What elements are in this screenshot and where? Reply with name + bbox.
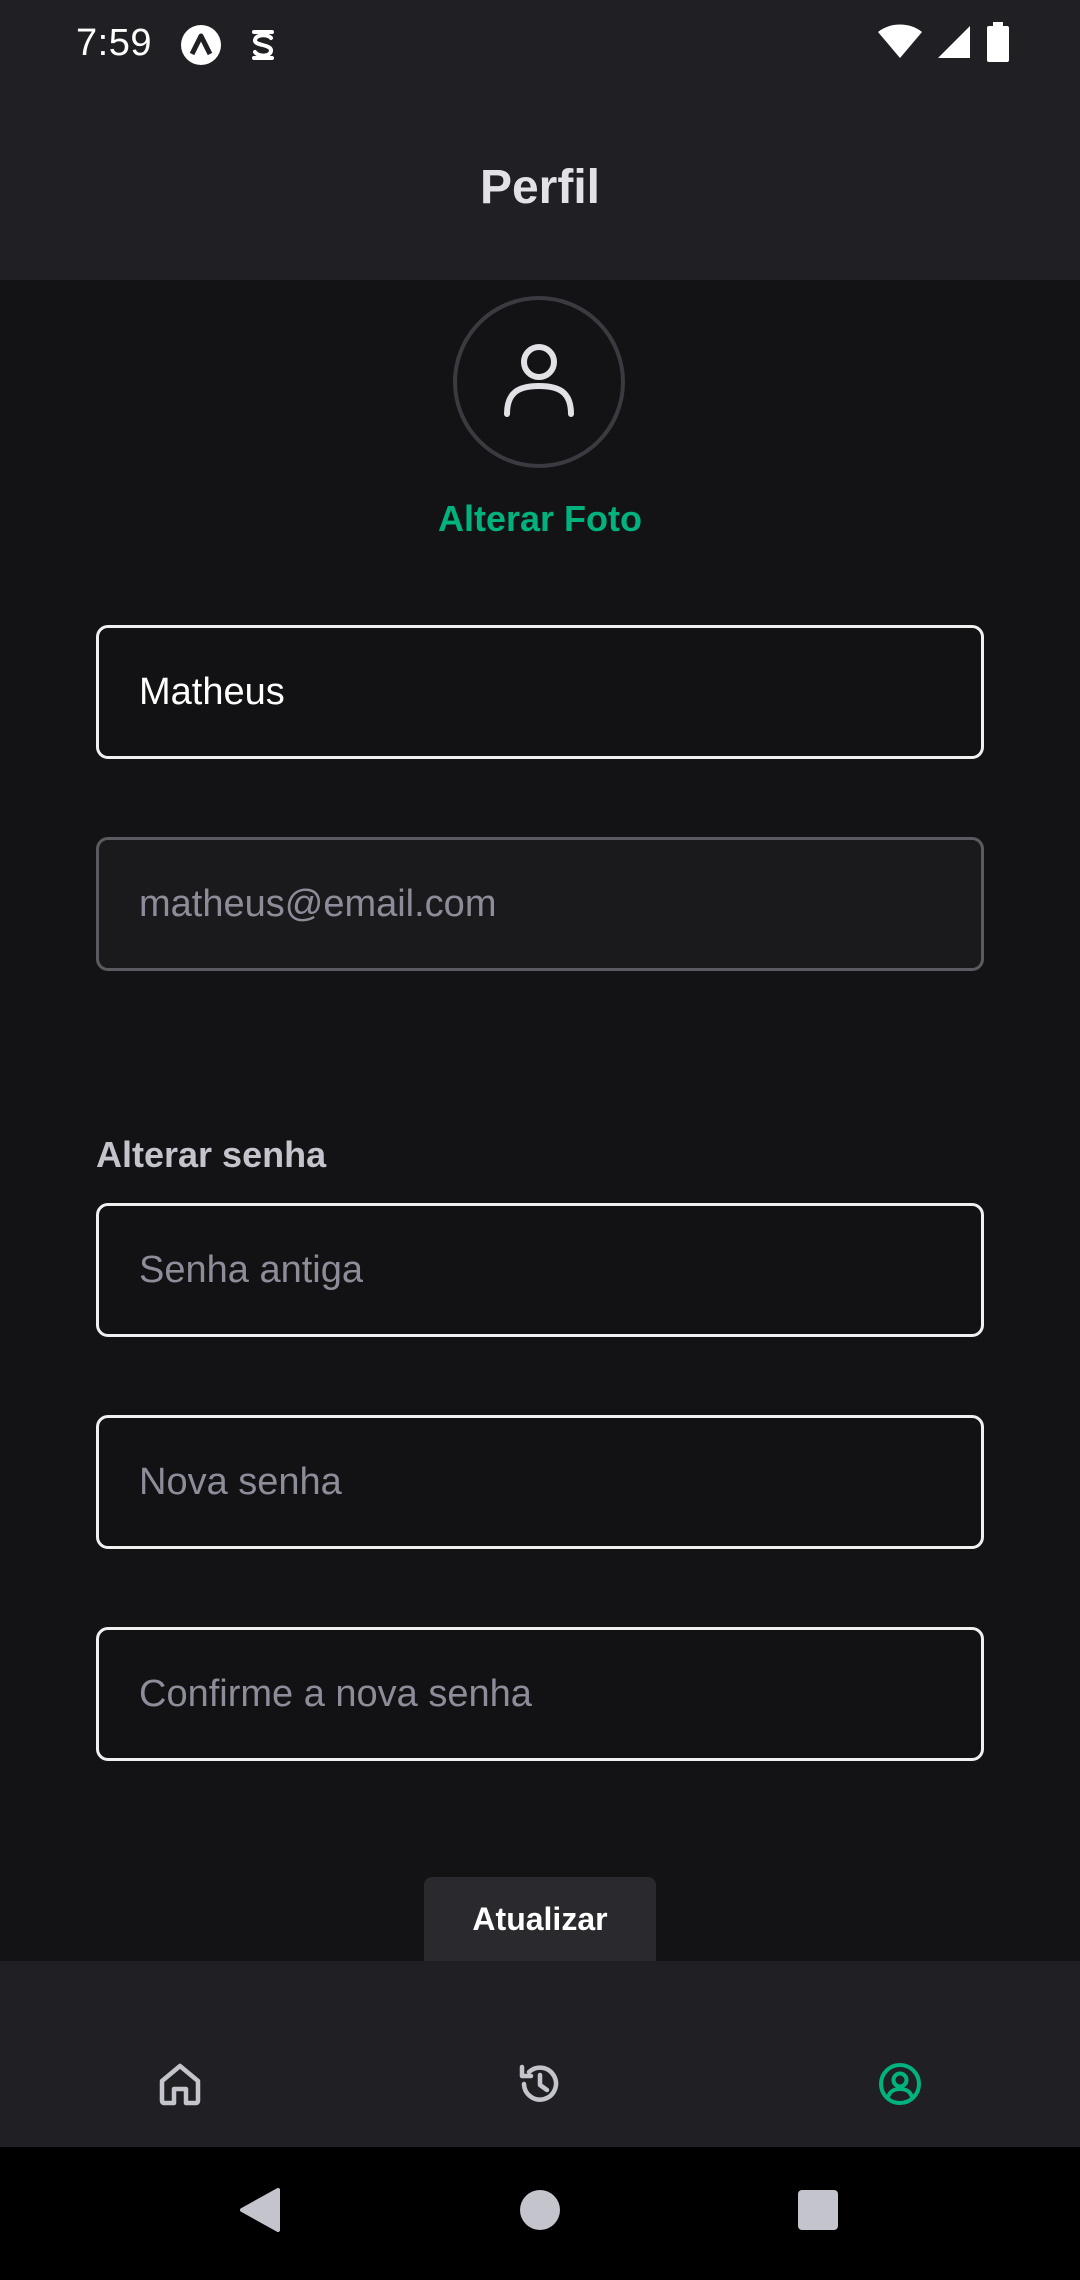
app-notification-icon	[180, 24, 222, 66]
profile-screen: 7:59 Perfil Alterar Foto Matheus matheus…	[0, 0, 1080, 2280]
password-section-label: Alterar senha	[96, 1134, 327, 1175]
sync-notification-icon	[242, 24, 284, 66]
confirm-password-input[interactable]: Confirme a nova senha	[96, 1627, 984, 1761]
email-input: matheus@email.com	[96, 837, 984, 971]
page-title: Perfil	[479, 161, 601, 214]
bottom-tab-bar	[0, 1961, 1080, 2147]
app-header: Perfil	[0, 90, 1080, 280]
back-button[interactable]	[235, 2187, 285, 2237]
back-triangle-icon	[238, 2187, 282, 2238]
new-password-input[interactable]: Nova senha	[96, 1415, 984, 1549]
status-bar: 7:59	[0, 0, 1080, 90]
profile-icon	[877, 2061, 923, 2112]
home-icon	[157, 2061, 203, 2112]
system-nav-bar	[0, 2147, 1080, 2280]
recents-button[interactable]	[793, 2187, 843, 2237]
cellular-signal-icon	[936, 24, 972, 65]
home-nav-button[interactable]	[515, 2187, 565, 2237]
old-password-input[interactable]: Senha antiga	[96, 1203, 984, 1337]
name-input[interactable]: Matheus	[96, 625, 984, 759]
tab-profile[interactable]	[875, 2061, 925, 2111]
status-time: 7:59	[76, 22, 152, 64]
change-photo-button[interactable]: Alterar Foto	[0, 498, 1080, 540]
avatar[interactable]	[453, 296, 625, 468]
tab-home[interactable]	[155, 2061, 205, 2111]
battery-icon	[986, 21, 1010, 67]
home-circle-icon	[518, 2188, 562, 2237]
tab-history[interactable]	[515, 2061, 565, 2111]
recents-square-icon	[797, 2189, 839, 2236]
status-indicators	[878, 20, 1010, 68]
history-icon	[517, 2061, 563, 2112]
user-icon	[503, 342, 575, 423]
update-button[interactable]: Atualizar	[424, 1877, 656, 1961]
wifi-icon	[878, 24, 922, 65]
